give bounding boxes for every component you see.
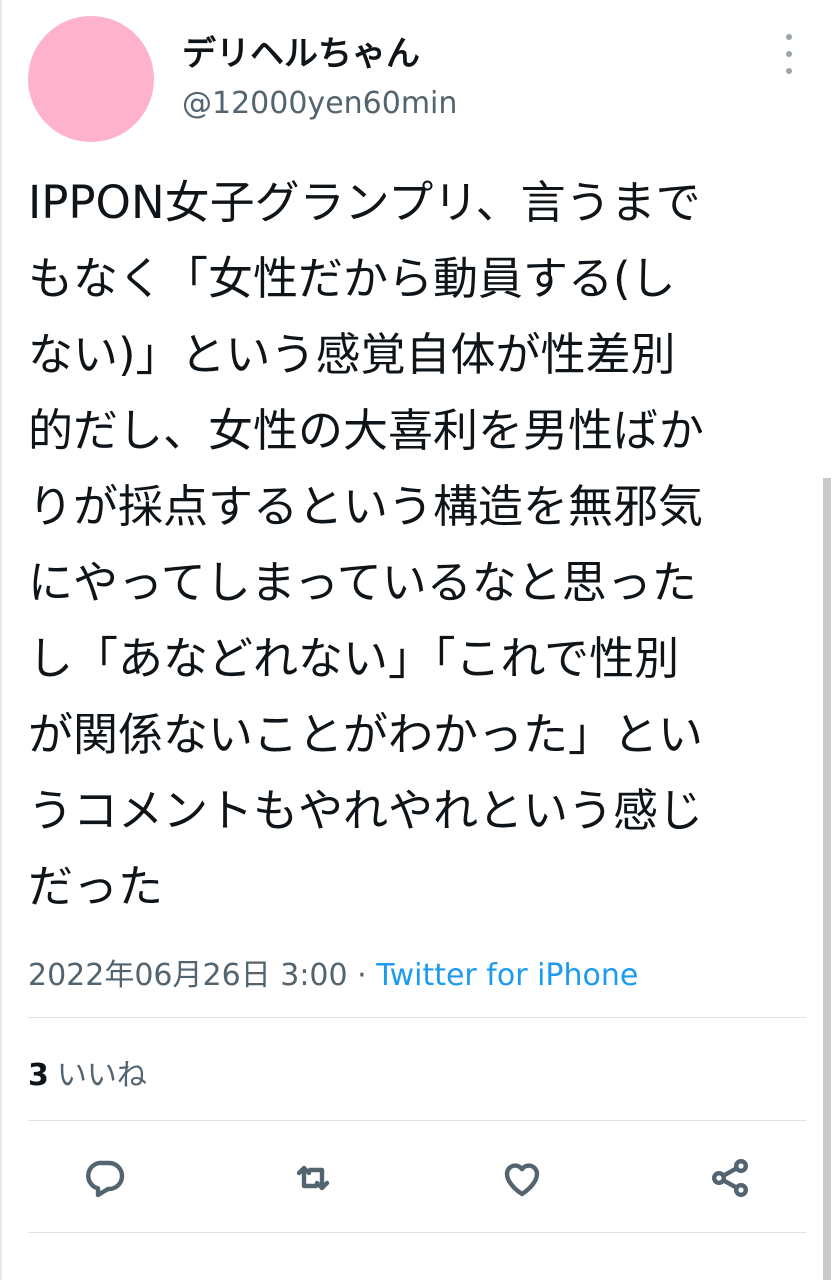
share-icon [711,1158,749,1198]
retweet-button[interactable] [285,1150,341,1206]
likes-label: いいね [56,1058,147,1093]
more-dot [786,51,792,57]
divider [28,1017,806,1018]
reply-icon [86,1160,125,1198]
reply-button[interactable] [76,1150,132,1206]
tweet-text-line: だった [28,860,164,913]
meta-separator: · [347,958,377,993]
tweet-text-line: が関係ないことがわかった」とい [28,708,704,761]
avatar[interactable] [28,16,154,142]
more-options-icon[interactable] [776,34,802,74]
tweet-meta: 2022年06月26日 3:00 · Twitter for iPhone [28,950,638,994]
tweet-text-line: もなく「女性だから動員する(し [28,252,676,305]
tweet-text-line: IPPON女子グランプリ、言うまで [28,176,701,229]
heart-icon [504,1163,540,1197]
retweet-icon [296,1165,330,1191]
more-dot [786,68,792,74]
likes-stat[interactable]: 3 いいね [28,1050,147,1094]
display-name[interactable]: デリヘルちゃん [182,26,420,75]
tweet-detail-page: デリヘルちゃん @12000yen60min IPPON女子グランプリ、言うまで… [0,0,834,1280]
tweet-text-line: し「あなどれない」「これで性別 [28,632,680,685]
tweet-source-link[interactable]: Twitter for iPhone [376,958,638,993]
tweet-text-line: うコメントもやれやれという感じ [28,784,704,837]
divider [28,1232,806,1233]
scrollbar[interactable] [823,478,831,1280]
tweet-text: IPPON女子グランプリ、言うまで もなく「女性だから動員する(し ない)」とい… [28,165,803,925]
tweet-text-line: ない)」という感覚自体が性差別 [28,328,676,381]
divider [28,1120,806,1121]
user-handle[interactable]: @12000yen60min [182,86,457,121]
more-dot [786,34,792,40]
tweet-text-line: にやってしまっているなと思った [28,556,697,609]
tweet-timestamp[interactable]: 2022年06月26日 3:00 [28,958,348,993]
share-button[interactable] [702,1150,758,1206]
likes-count: 3 [28,1058,49,1093]
left-border [0,0,2,1280]
tweet-text-line: 的だし、女性の大喜利を男性ばか [28,404,704,457]
like-button[interactable] [494,1150,550,1206]
tweet-text-line: りが採点するという構造を無邪気 [28,480,704,533]
